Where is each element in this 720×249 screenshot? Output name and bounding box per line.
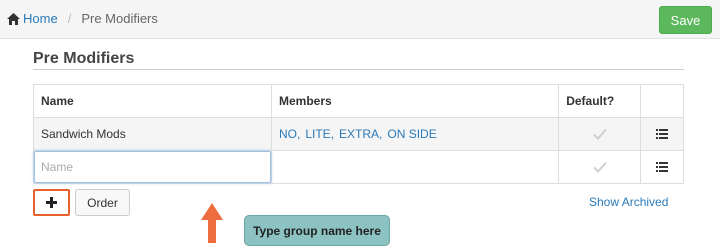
column-header-members: Members: [270, 84, 560, 118]
table-row-new: [33, 150, 684, 184]
plus-icon: [46, 197, 57, 208]
row-name-cell: Sandwich Mods: [33, 117, 272, 151]
row-default-cell: [558, 117, 642, 151]
table-row: Sandwich Mods NO, LITE, EXTRA, ON SIDE: [33, 117, 684, 151]
column-header-name: Name: [33, 84, 272, 118]
modifier-groups-table: Name Members Default? Sandwich Mods NO, L…: [33, 84, 684, 184]
row-members-cell: NO, LITE, EXTRA, ON SIDE: [270, 117, 560, 151]
default-checkbox[interactable]: [566, 128, 633, 140]
column-header-default: Default?: [558, 84, 642, 118]
group-name-input[interactable]: [34, 151, 271, 183]
annotation-tooltip: Type group name here: [244, 215, 390, 246]
breadcrumb-separator: /: [67, 11, 72, 26]
order-button[interactable]: Order: [75, 189, 130, 216]
add-group-button[interactable]: [33, 189, 70, 216]
check-icon: [592, 128, 607, 140]
table-header-row: Name Members Default?: [33, 84, 684, 118]
page-title: Pre Modifiers: [33, 50, 135, 67]
column-header-actions: [640, 84, 684, 118]
new-row-name-cell: [33, 150, 272, 184]
breadcrumb-home-label: Home: [23, 11, 58, 26]
breadcrumb: Home / Pre Modifiers: [7, 11, 158, 26]
member-link-extra[interactable]: EXTRA,: [339, 127, 382, 141]
member-link-on-side[interactable]: ON SIDE: [387, 127, 436, 141]
list-icon: [656, 162, 669, 172]
new-row-members-cell: [270, 150, 560, 184]
row-actions-cell: [640, 117, 684, 151]
save-button[interactable]: Save: [659, 6, 712, 34]
list-icon: [656, 129, 669, 139]
new-row-menu-button[interactable]: [648, 162, 676, 172]
row-menu-button[interactable]: [648, 129, 676, 139]
top-bar: Home / Pre Modifiers Save: [0, 0, 720, 39]
breadcrumb-home-link[interactable]: Home: [7, 11, 58, 26]
member-link-lite[interactable]: LITE,: [305, 127, 334, 141]
member-link-no[interactable]: NO,: [279, 127, 300, 141]
check-icon: [592, 161, 607, 173]
new-row-default-cell: [558, 150, 642, 184]
new-row-actions-cell: [640, 150, 684, 184]
title-divider: [33, 69, 684, 70]
new-row-default-checkbox[interactable]: [566, 161, 633, 173]
home-icon: [7, 12, 20, 25]
show-archived-link[interactable]: Show Archived: [589, 195, 668, 209]
breadcrumb-current: Pre Modifiers: [81, 11, 158, 26]
up-arrow-icon: [201, 203, 223, 243]
